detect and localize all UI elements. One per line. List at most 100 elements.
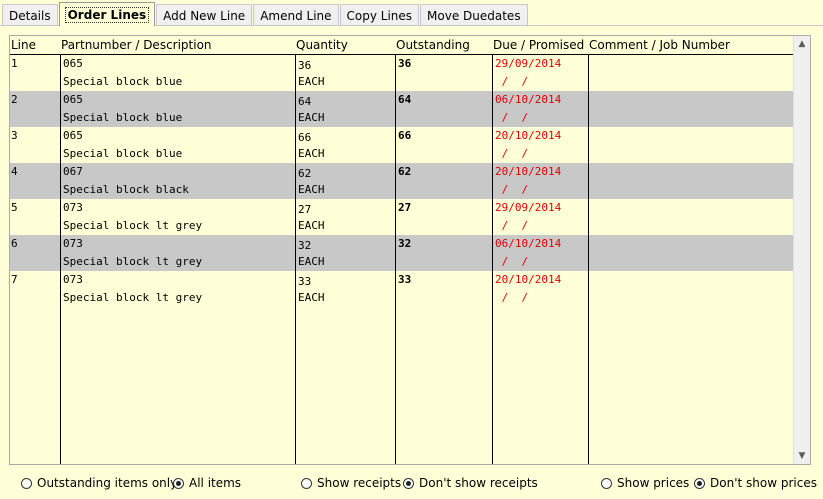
cell-part: 065 — [63, 129, 83, 142]
cell-part: 073 — [63, 201, 83, 214]
tab-amend-line[interactable]: Amend Line — [253, 4, 339, 26]
table-row[interactable]: 1 065 Special block blue 36 EACH 36 29/09/2014… — [10, 55, 793, 91]
show-prices-radio[interactable]: Show prices — [601, 474, 689, 492]
tab-copy-lines-label: Copy Lines — [346, 8, 413, 23]
all-items-label: All items — [189, 476, 242, 490]
column-divider — [588, 54, 589, 464]
cell-qty: 33 — [298, 275, 312, 288]
scroll-down-icon[interactable]: ▼ — [794, 448, 810, 464]
cell-part: 067 — [63, 165, 83, 178]
cell-line: 1 — [11, 57, 18, 70]
filter-options: Outstanding items only All items Show re… — [0, 474, 823, 494]
column-header-quantity[interactable]: Quantity — [296, 38, 348, 54]
tab-move-duedates[interactable]: Move Duedates — [420, 4, 528, 26]
cell-qty: 64 — [298, 95, 312, 108]
cell-unit: EACH — [298, 111, 325, 124]
cell-due: 20/10/2014 — [495, 273, 562, 286]
table-row[interactable]: 6 073 Special block lt grey 32 EACH 32 06/10/2… — [10, 235, 793, 271]
table-row[interactable]: 3 065 Special block blue 66 EACH 66 20/10/2014… — [10, 127, 793, 163]
dont-show-receipts-label: Don't show receipts — [419, 476, 538, 490]
cell-qty: 32 — [298, 239, 312, 252]
dont-show-prices-radio[interactable]: Don't show prices — [694, 474, 817, 492]
outstanding-only-radio[interactable]: Outstanding items only — [21, 474, 177, 492]
cell-qty: 36 — [298, 59, 312, 72]
order-lines-panel: Line Partnumber / Description Quantity O… — [0, 25, 823, 499]
cell-desc: Special block lt grey — [63, 219, 203, 232]
column-header-line[interactable]: Line — [11, 38, 36, 54]
all-items-radio[interactable]: All items — [173, 474, 241, 492]
show-receipts-radio[interactable]: Show receipts — [301, 474, 401, 492]
tab-add-new-line-label: Add New Line — [163, 8, 246, 23]
cell-unit: EACH — [298, 219, 325, 232]
column-divider — [295, 54, 296, 464]
tab-details[interactable]: Details — [2, 4, 58, 26]
column-header-partnumber[interactable]: Partnumber / Description — [61, 38, 212, 54]
radio-checked-icon — [173, 477, 184, 489]
cell-desc: Special block blue — [63, 111, 183, 124]
radio-unchecked-icon — [21, 477, 32, 489]
cell-qty: 62 — [298, 167, 312, 180]
cell-outstanding: 36 — [398, 57, 412, 70]
column-header-due[interactable]: Due / Promised — [493, 38, 584, 54]
tab-bar: Details Order Lines Add New Line Amend L… — [2, 2, 529, 26]
cell-part: 065 — [63, 57, 83, 70]
cell-due: 20/10/2014 — [495, 129, 562, 142]
radio-unchecked-icon — [301, 477, 312, 489]
tab-add-new-line[interactable]: Add New Line — [156, 4, 253, 26]
cell-outstanding: 33 — [398, 273, 412, 286]
dont-show-receipts-radio[interactable]: Don't show receipts — [403, 474, 538, 492]
scroll-up-icon[interactable]: ▲ — [794, 36, 810, 52]
cell-outstanding: 64 — [398, 93, 412, 106]
radio-checked-icon — [403, 477, 414, 489]
order-lines-grid: Line Partnumber / Description Quantity O… — [9, 35, 811, 465]
column-header-outstanding[interactable]: Outstanding — [396, 38, 470, 54]
radio-unchecked-icon — [601, 477, 612, 489]
vertical-scrollbar[interactable]: ▲ ▼ — [793, 36, 810, 464]
table-row[interactable]: 2 065 Special block blue 64 EACH 64 06/10/2014… — [10, 91, 793, 127]
cell-unit: EACH — [298, 147, 325, 160]
outstanding-only-label: Outstanding items only — [37, 476, 178, 490]
cell-promised: / / — [495, 291, 529, 304]
cell-promised: / / — [495, 147, 529, 160]
cell-outstanding: 66 — [398, 129, 412, 142]
cell-promised: / / — [495, 111, 529, 124]
cell-promised: / / — [495, 75, 529, 88]
cell-desc: Special block lt grey — [63, 291, 203, 304]
cell-line: 2 — [11, 93, 18, 106]
radio-checked-icon — [694, 477, 705, 489]
cell-promised: / / — [495, 183, 529, 196]
table-row[interactable]: 5 073 Special block lt grey 27 EACH 27 29/09/2… — [10, 199, 793, 235]
cell-line: 5 — [11, 201, 18, 214]
cell-outstanding: 32 — [398, 237, 412, 250]
dont-show-prices-label: Don't show prices — [710, 476, 817, 490]
table-row[interactable]: 4 067 Special block black 62 EACH 62 20/10/201… — [10, 163, 793, 199]
tab-copy-lines[interactable]: Copy Lines — [339, 4, 420, 26]
cell-promised: / / — [495, 219, 529, 232]
cell-unit: EACH — [298, 183, 325, 196]
cell-outstanding: 27 — [398, 201, 412, 214]
cell-part: 073 — [63, 237, 83, 250]
tab-order-lines[interactable]: Order Lines — [58, 2, 156, 26]
table-row[interactable]: 7 073 Special block lt grey 33 EACH 33 20/10/2… — [10, 271, 793, 307]
cell-line: 7 — [11, 273, 18, 286]
cell-qty: 27 — [298, 203, 312, 216]
cell-due: 06/10/2014 — [495, 237, 562, 250]
cell-desc: Special block black — [63, 183, 189, 196]
show-receipts-label: Show receipts — [317, 476, 402, 490]
cell-desc: Special block blue — [63, 147, 183, 160]
cell-unit: EACH — [298, 255, 325, 268]
column-divider — [60, 54, 61, 464]
cell-due: 20/10/2014 — [495, 165, 562, 178]
cell-promised: / / — [495, 255, 529, 268]
cell-line: 4 — [11, 165, 18, 178]
cell-due: 06/10/2014 — [495, 93, 562, 106]
column-header-comment[interactable]: Comment / Job Number — [589, 38, 730, 54]
tab-amend-line-label: Amend Line — [260, 8, 332, 23]
cell-unit: EACH — [298, 75, 325, 88]
tab-details-label: Details — [9, 8, 51, 23]
cell-unit: EACH — [298, 291, 325, 304]
tab-move-duedates-label: Move Duedates — [427, 8, 521, 23]
cell-due: 29/09/2014 — [495, 57, 562, 70]
cell-part: 073 — [63, 273, 83, 286]
tab-order-lines-label: Order Lines — [64, 6, 150, 23]
